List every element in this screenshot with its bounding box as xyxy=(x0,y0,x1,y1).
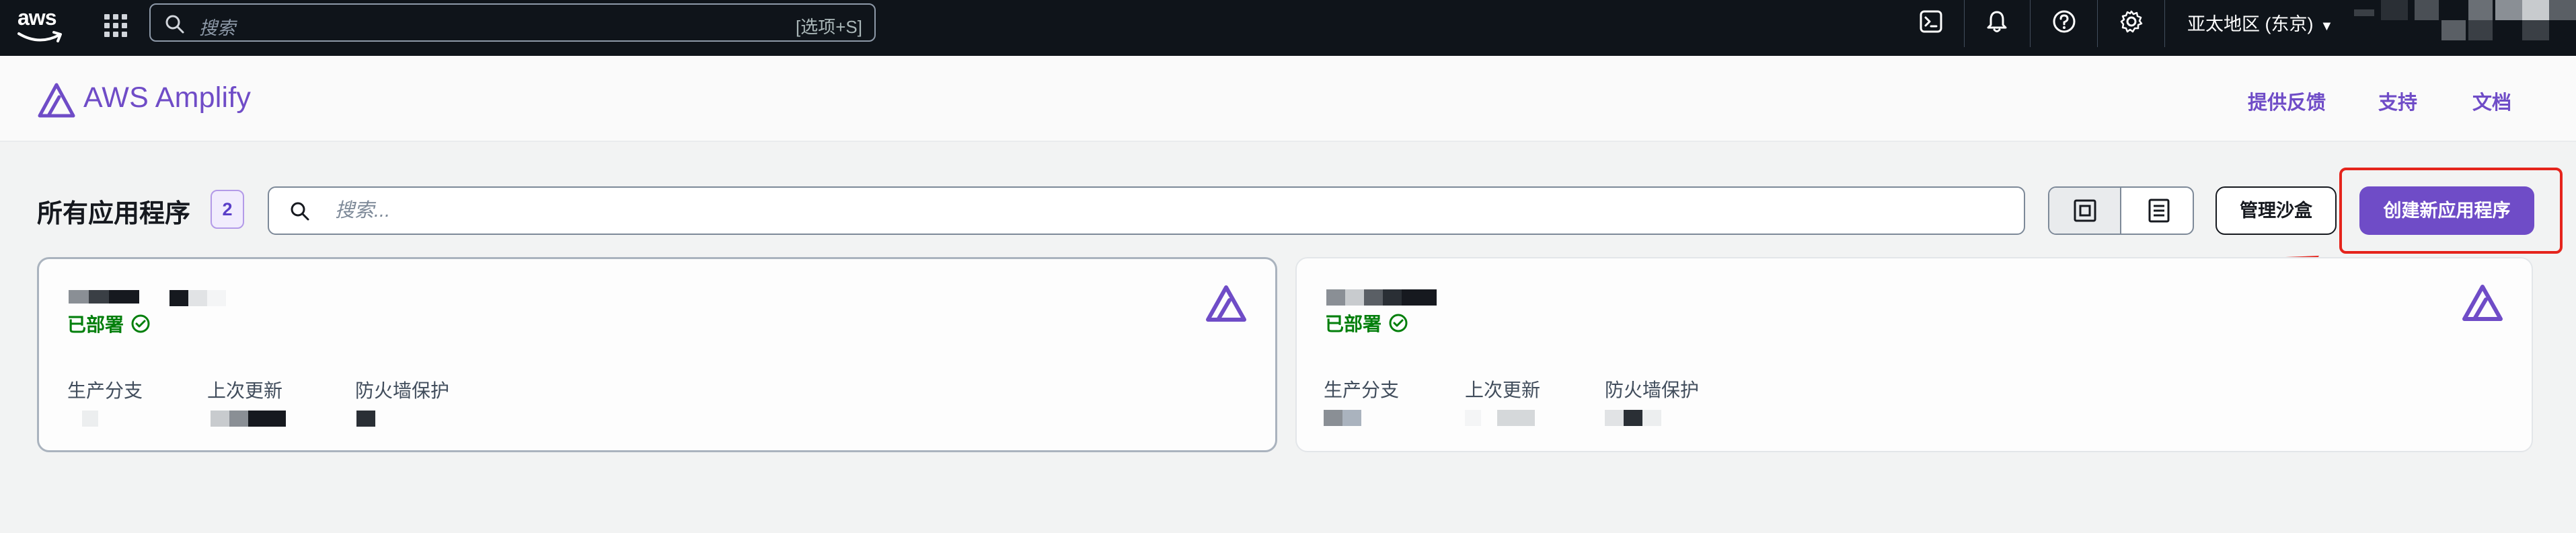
amplify-app-icon xyxy=(2462,285,2503,321)
grid-view-icon xyxy=(2074,199,2096,222)
nav-divider xyxy=(2097,0,2098,47)
firewall-value-redacted xyxy=(356,411,375,427)
firewall-value-redacted xyxy=(1605,410,1661,426)
deploy-status: 已部署 xyxy=(67,310,151,337)
updated-label: 上次更新 xyxy=(1465,380,1541,400)
app-name-redacted xyxy=(69,290,226,306)
region-selector[interactable]: 亚太地区 (东京) ▼ xyxy=(2187,9,2333,36)
view-mode-toggle xyxy=(2048,186,2194,235)
product-name[interactable]: AWS Amplify xyxy=(83,81,251,114)
app-name-redacted xyxy=(1326,289,1437,306)
console-search-placeholder: 搜索 xyxy=(199,18,235,38)
list-view-button[interactable] xyxy=(2123,188,2193,234)
app-search-input[interactable] xyxy=(334,197,1948,224)
branch-label: 生产分支 xyxy=(1324,380,1400,400)
app-count-badge: 2 xyxy=(211,190,244,229)
app-card[interactable]: 已部署 生产分支 上次更新 防火墙保护 xyxy=(1295,257,2533,452)
settings-icon[interactable] xyxy=(2119,9,2144,34)
bell-icon[interactable] xyxy=(1985,9,2009,34)
region-label: 亚太地区 (东京) xyxy=(2187,14,2314,34)
account-menu-redacted[interactable] xyxy=(2354,0,2576,47)
manage-sandbox-button[interactable]: 管理沙盒 xyxy=(2215,186,2337,235)
support-link[interactable]: 支持 xyxy=(2378,87,2417,115)
search-icon xyxy=(291,202,309,221)
search-icon xyxy=(165,15,184,34)
page-title: 所有应用程序 xyxy=(37,200,191,228)
aws-smile-icon xyxy=(17,31,62,42)
firewall-label: 防火墙保护 xyxy=(1605,380,1700,400)
status-label: 已部署 xyxy=(67,314,124,335)
updated-value-redacted xyxy=(211,411,286,427)
nav-divider xyxy=(1964,0,1965,47)
list-view-icon xyxy=(2148,199,2169,223)
app-search-field[interactable] xyxy=(268,186,2025,235)
docs-link[interactable]: 文档 xyxy=(2472,87,2511,115)
firewall-label: 防火墙保护 xyxy=(355,380,450,401)
caret-down-icon: ▼ xyxy=(2320,19,2334,34)
aws-logo[interactable]: aws xyxy=(15,5,67,47)
app-card[interactable]: 已部署 生产分支 上次更新 防火墙保护 xyxy=(37,257,1277,452)
branch-value-redacted xyxy=(82,411,98,427)
help-icon[interactable] xyxy=(2052,9,2076,34)
amplify-logo-icon[interactable] xyxy=(37,83,76,118)
console-search-input[interactable]: 搜索 [选项+S] xyxy=(149,3,876,42)
updated-label: 上次更新 xyxy=(207,380,283,401)
amplify-app-icon xyxy=(1206,285,1246,322)
cloudshell-icon[interactable] xyxy=(1919,9,1943,34)
aws-console-nav: aws 搜索 [选项+S] 亚太地区 (东京) ▼ xyxy=(0,0,2576,56)
nav-divider xyxy=(2164,0,2165,47)
search-shortcut-hint: [选项+S] xyxy=(796,17,862,37)
feedback-link[interactable]: 提供反馈 xyxy=(2248,87,2326,115)
grid-view-button[interactable] xyxy=(2049,188,2121,234)
highlight-box xyxy=(2339,168,2563,254)
status-label: 已部署 xyxy=(1325,314,1382,334)
success-check-icon xyxy=(1389,314,1408,332)
amplify-header: AWS Amplify 提供反馈 支持 文档 xyxy=(0,56,2576,142)
aws-logo-text: aws xyxy=(17,5,56,30)
nav-divider xyxy=(2030,0,2031,47)
updated-value-redacted xyxy=(1465,410,1535,426)
branch-value-redacted xyxy=(1324,410,1361,426)
deploy-status: 已部署 xyxy=(1325,310,1408,336)
success-check-icon xyxy=(131,314,150,333)
services-menu-icon[interactable] xyxy=(101,11,130,40)
branch-label: 生产分支 xyxy=(67,380,143,401)
